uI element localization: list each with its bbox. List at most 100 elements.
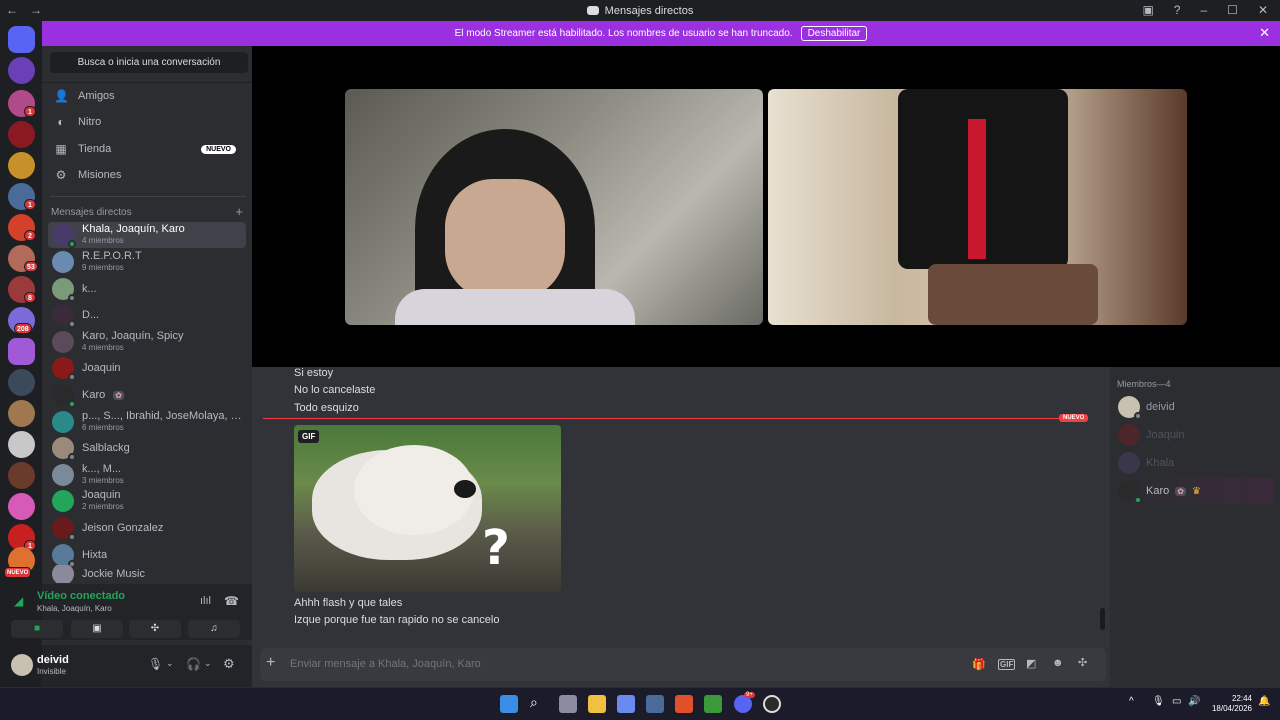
gift-icon[interactable]: 🎁 bbox=[972, 658, 986, 671]
member-item[interactable]: Karo ✿ ♛ bbox=[1114, 478, 1274, 504]
server-icon[interactable] bbox=[8, 338, 35, 365]
minecraft-icon[interactable] bbox=[704, 695, 722, 713]
help-icon[interactable]: ? bbox=[1174, 3, 1181, 17]
dm-item[interactable]: k..., M... 3 miembros bbox=[48, 462, 246, 488]
message-text: Todo esquizo bbox=[294, 402, 359, 414]
inbox-icon[interactable]: ▣ bbox=[1142, 3, 1153, 17]
screen-share-button[interactable]: ▣ bbox=[71, 620, 123, 638]
forward-arrow-icon[interactable]: → bbox=[30, 3, 42, 17]
dm-item[interactable]: Joaquin bbox=[48, 355, 246, 381]
start-icon[interactable] bbox=[500, 695, 518, 713]
dm-item[interactable]: R.E.P.O.R.T 9 miembros bbox=[48, 249, 246, 275]
server-icon[interactable] bbox=[8, 121, 35, 148]
dm-item[interactable]: Jeison Gonzalez bbox=[48, 515, 246, 541]
notifications-icon[interactable]: 🔔 bbox=[1258, 696, 1270, 707]
shop-icon: ▦ bbox=[55, 142, 67, 156]
gif-picker-icon[interactable]: GIF bbox=[998, 659, 1016, 670]
video-tile-participant[interactable] bbox=[345, 89, 763, 325]
home-dm-button[interactable] bbox=[8, 26, 35, 53]
server-icon[interactable] bbox=[8, 369, 35, 396]
dm-name: Jeison Gonzalez bbox=[82, 522, 164, 534]
microphone-icon[interactable]: 🎙 bbox=[148, 657, 163, 671]
dm-item[interactable]: Jockie Music bbox=[48, 565, 246, 583]
avatar bbox=[52, 517, 76, 541]
dm-item[interactable]: Joaquin 2 miembros bbox=[48, 488, 246, 514]
emoji-icon[interactable]: ☻ bbox=[1052, 657, 1064, 669]
search-conversation-button[interactable]: Busca o inicia una conversación bbox=[50, 52, 248, 73]
network-icon[interactable]: ▭ bbox=[1172, 696, 1181, 707]
disable-streamer-button[interactable]: Deshabilitar bbox=[800, 26, 868, 41]
disconnect-icon[interactable]: ☎ bbox=[224, 594, 239, 608]
nav-shop[interactable]: ▦ Tienda NUEVO bbox=[50, 137, 246, 161]
noise-suppression-icon[interactable]: ılıl bbox=[200, 595, 211, 607]
sticker-icon[interactable]: ◩ bbox=[1026, 657, 1036, 670]
voice-status[interactable]: Vídeo conectado bbox=[37, 590, 125, 602]
volume-icon[interactable]: 🔊 bbox=[1188, 696, 1200, 707]
member-item[interactable]: Khala bbox=[1114, 450, 1274, 476]
chevron-down-icon[interactable]: ⌄ bbox=[166, 658, 174, 669]
dm-name: R.E.P.O.R.T bbox=[82, 251, 142, 262]
avatar bbox=[52, 251, 74, 273]
message-text: No lo cancelaste bbox=[294, 384, 376, 396]
window-title: Mensajes directos bbox=[586, 5, 693, 17]
create-dm-icon[interactable]: + bbox=[235, 205, 243, 218]
dm-item[interactable]: Salblackg bbox=[48, 435, 246, 461]
message-input[interactable] bbox=[290, 655, 890, 673]
server-icon[interactable] bbox=[8, 431, 35, 458]
new-badge: NUEVO bbox=[201, 144, 236, 154]
dm-item[interactable]: Karo, Joaquín, Spicy 4 miembros bbox=[48, 329, 246, 355]
user-avatar[interactable] bbox=[11, 654, 33, 676]
close-window-icon[interactable]: ✕ bbox=[1258, 3, 1268, 17]
nav-nitro[interactable]: ◐ Nitro bbox=[50, 110, 246, 134]
dm-item[interactable]: Khala, Joaquín, Karo 4 miembros bbox=[48, 222, 246, 248]
chevron-up-icon[interactable]: ^ bbox=[1129, 696, 1134, 707]
member-name: Karo bbox=[1146, 485, 1170, 497]
close-banner-icon[interactable]: ✕ bbox=[1259, 25, 1270, 41]
camera-button[interactable]: ■ bbox=[11, 620, 63, 638]
microphone-tray-icon[interactable]: 🎙 bbox=[1152, 696, 1165, 707]
back-arrow-icon[interactable]: ← bbox=[6, 3, 18, 17]
member-item[interactable]: deivid bbox=[1114, 394, 1274, 420]
dm-item[interactable]: k... bbox=[48, 276, 246, 302]
nav-quests[interactable]: ⚙ Misiones bbox=[50, 163, 246, 187]
dm-sub: 9 miembros bbox=[82, 263, 124, 272]
message-text: Si estoy bbox=[294, 367, 334, 379]
server-list: 1 1 2 53 8 208 1 NUEVO bbox=[0, 21, 42, 687]
server-icon[interactable] bbox=[8, 462, 35, 489]
member-item[interactable]: Joaquin bbox=[1114, 422, 1274, 448]
store-icon[interactable] bbox=[646, 695, 664, 713]
search-icon[interactable]: ⌕ bbox=[530, 694, 538, 711]
server-icon[interactable] bbox=[8, 493, 35, 520]
task-view-icon[interactable] bbox=[559, 695, 577, 713]
brave-browser-icon[interactable] bbox=[675, 695, 693, 713]
chat-scrollbar[interactable] bbox=[1100, 608, 1105, 630]
headphones-icon[interactable]: 🎧 bbox=[186, 657, 201, 671]
chevron-down-icon[interactable]: ⌄ bbox=[204, 658, 212, 669]
server-icon[interactable] bbox=[8, 152, 35, 179]
add-attachment-icon[interactable]: + bbox=[266, 654, 275, 672]
video-tile-participant[interactable] bbox=[768, 89, 1187, 325]
apps-icon[interactable]: ✣ bbox=[1078, 656, 1087, 669]
banner-text: El modo Streamer está habilitado. Los no… bbox=[454, 28, 793, 39]
dm-item[interactable]: Karo ✿ bbox=[48, 382, 246, 408]
steam-icon[interactable] bbox=[763, 695, 781, 713]
system-clock[interactable]: 22:44 18/04/2026 bbox=[1212, 694, 1252, 714]
dm-name: Joaquin bbox=[82, 490, 121, 501]
member-list-header: Miembros—4 bbox=[1117, 379, 1171, 389]
file-explorer-icon[interactable] bbox=[588, 695, 606, 713]
gif-attachment[interactable]: ? bbox=[294, 425, 561, 592]
activities-button[interactable]: ✣ bbox=[129, 620, 181, 638]
dm-item[interactable]: p..., S..., Ibrahid, JoseMolaya, Jud... 6… bbox=[48, 409, 246, 435]
settings-gear-icon[interactable]: ⚙ bbox=[223, 656, 235, 672]
maximize-icon[interactable]: ☐ bbox=[1227, 3, 1238, 17]
server-icon[interactable] bbox=[8, 57, 35, 84]
nav-friends[interactable]: 👤 Amigos bbox=[50, 84, 246, 108]
copilot-icon[interactable] bbox=[617, 695, 635, 713]
new-messages-badge: NUEVO bbox=[1059, 414, 1089, 422]
minimize-icon[interactable]: – bbox=[1200, 3, 1207, 17]
flower-badge-icon: ✿ bbox=[113, 390, 124, 400]
server-icon[interactable] bbox=[8, 400, 35, 427]
dm-item[interactable]: D... bbox=[48, 302, 246, 328]
nav-label: Tienda bbox=[78, 143, 112, 155]
soundboard-button[interactable]: ♫ bbox=[188, 620, 240, 638]
